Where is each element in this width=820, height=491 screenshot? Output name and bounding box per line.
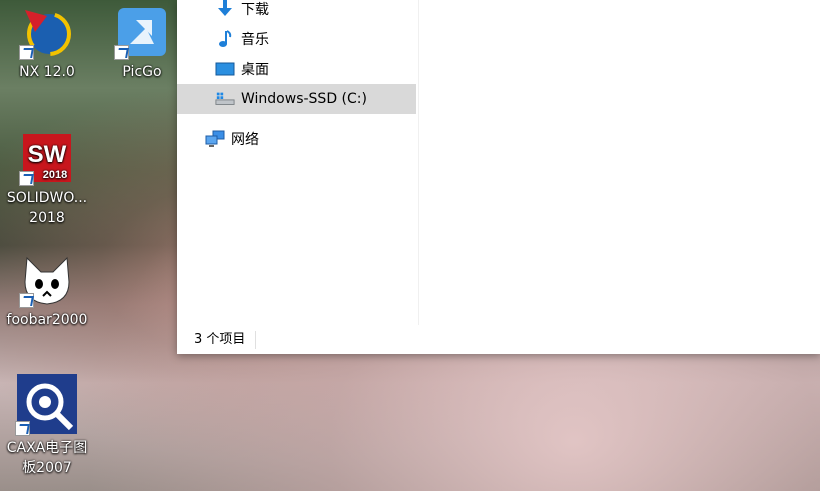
foobar-app-icon — [19, 254, 73, 308]
shortcut-arrow-icon — [19, 293, 34, 308]
desktop-icon-label: 2018 — [29, 210, 65, 226]
nav-item-desktop[interactable]: 桌面 — [215, 54, 415, 84]
nav-item-label: 下载 — [241, 2, 269, 18]
desktop-icon-label: NX 12.0 — [19, 64, 75, 80]
nav-item-music[interactable]: 音乐 — [215, 24, 415, 54]
desktop-folder-icon — [215, 59, 235, 79]
download-arrow-icon — [215, 0, 235, 19]
nav-item-label: 网络 — [231, 132, 259, 148]
shortcut-arrow-icon — [19, 45, 34, 60]
solidworks-app-icon: SW 2018 — [19, 132, 73, 186]
nav-item-drive-c[interactable]: Windows-SSD (C:) — [177, 84, 416, 114]
desktop-icon-label: PicGo — [122, 64, 162, 80]
desktop-icon-nx[interactable]: NX 12.0 — [2, 6, 92, 82]
caxa-app-icon — [15, 374, 77, 436]
desktop-icon-label: 板2007 — [22, 460, 72, 476]
nav-item-network[interactable]: 网络 — [205, 124, 405, 154]
shortcut-arrow-icon — [15, 421, 30, 436]
nav-item-label: Windows-SSD (C:) — [241, 91, 367, 107]
sw-badge-year: 2018 — [43, 169, 67, 181]
desktop-icon-label: CAXA电子图 — [6, 440, 88, 456]
status-bar: 3 个项目 — [177, 325, 820, 354]
sw-badge-text: SW — [28, 141, 67, 168]
navigation-pane: 下载 音乐 桌面 Windows-SSD (C:) 网络 — [177, 0, 419, 325]
desktop-icon-solidworks[interactable]: SW 2018 SOLIDWO... 2018 — [2, 132, 92, 228]
nx-app-icon — [19, 6, 73, 60]
network-icon — [205, 129, 225, 149]
nav-item-label: 桌面 — [241, 62, 269, 78]
drive-icon — [215, 89, 235, 109]
desktop-icon-label: SOLIDWO... — [6, 190, 88, 206]
nav-item-label: 音乐 — [241, 32, 269, 48]
desktop-icon-label: foobar2000 — [6, 312, 88, 328]
nav-item-downloads[interactable]: 下载 — [215, 0, 415, 24]
music-note-icon — [215, 29, 235, 49]
picgo-app-icon — [114, 6, 168, 60]
desktop-icon-caxa[interactable]: CAXA电子图 板2007 — [2, 374, 92, 478]
shortcut-arrow-icon — [19, 171, 34, 186]
shortcut-arrow-icon — [114, 45, 129, 60]
item-count: 3 个项目 — [177, 330, 257, 349]
desktop-icon-picgo[interactable]: PicGo — [97, 6, 187, 82]
desktop-icon-foobar2000[interactable]: foobar2000 — [2, 254, 92, 330]
file-explorer-window: 下载 音乐 桌面 Windows-SSD (C:) 网络 3 个项目 — [177, 0, 820, 354]
